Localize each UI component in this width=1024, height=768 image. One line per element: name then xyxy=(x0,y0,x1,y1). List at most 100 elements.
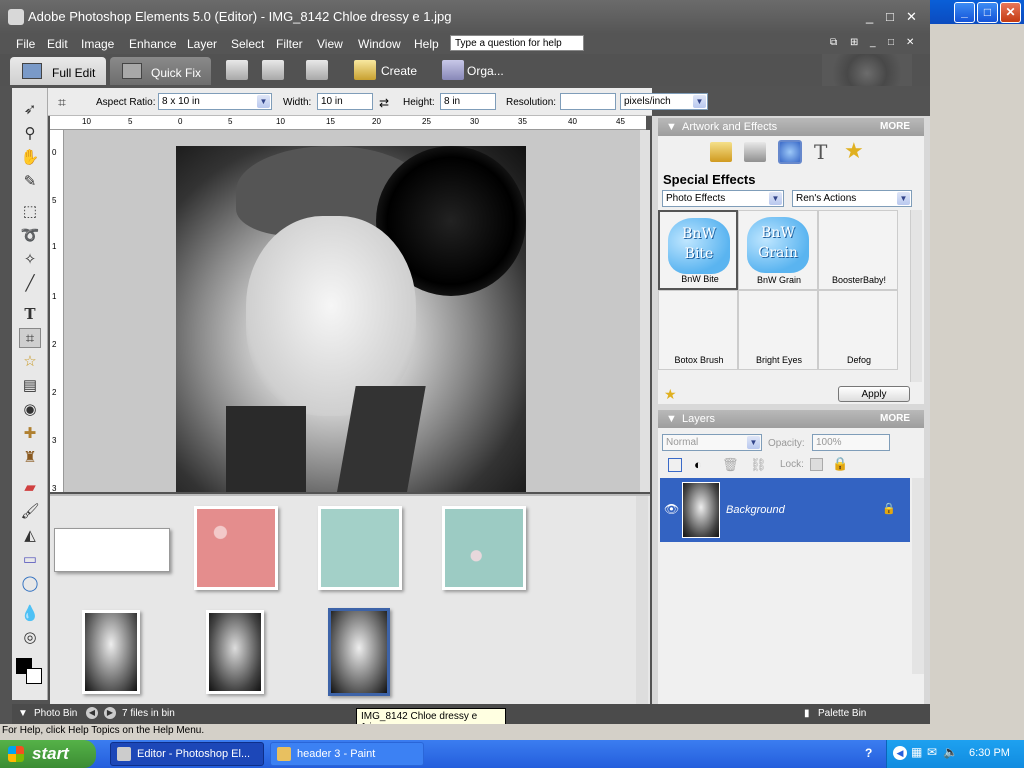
red-eye-tool-icon[interactable]: ◉ xyxy=(19,400,41,420)
gradient-tool-icon[interactable]: ▭ xyxy=(19,550,41,570)
layers-more-button[interactable]: MORE xyxy=(880,413,910,424)
organizer-icon[interactable] xyxy=(442,60,464,80)
clone-stamp-tool-icon[interactable]: ♜ xyxy=(19,448,41,468)
effect-defog[interactable]: Defog xyxy=(818,290,898,370)
layers-scrollbar[interactable] xyxy=(912,478,924,674)
link-icon[interactable]: ⛓ xyxy=(750,457,767,473)
effects-set-select[interactable]: Ren's Actions ▼ xyxy=(792,190,912,207)
tab-full-edit[interactable]: Full Edit xyxy=(10,57,106,85)
canvas-vertical-scrollbar[interactable] xyxy=(640,130,650,492)
mail-icon[interactable]: ✉ xyxy=(927,745,937,759)
selection-brush-tool-icon[interactable]: ╱ xyxy=(19,274,41,294)
background-color-swatch[interactable] xyxy=(26,668,42,684)
lock-transparency-icon[interactable] xyxy=(810,458,823,471)
menu-enhance[interactable]: Enhance xyxy=(129,37,176,51)
taskbar-item-paint[interactable]: header 3 - Paint xyxy=(270,742,424,766)
help-search-input[interactable]: Type a question for help xyxy=(450,35,584,51)
adjustment-layer-icon[interactable]: ◐ xyxy=(694,457,702,472)
next-photo-icon[interactable]: ▶ xyxy=(104,707,116,719)
network-icon[interactable]: ▦ xyxy=(911,745,922,759)
menu-help[interactable]: Help xyxy=(414,37,439,51)
visibility-eye-icon[interactable]: 👁 xyxy=(664,502,679,516)
lock-all-icon[interactable]: 🔒 xyxy=(832,456,848,472)
menu-file[interactable]: File xyxy=(16,37,35,51)
doc-tile-icon[interactable]: ⊞ xyxy=(850,37,858,48)
effect-bright-eyes[interactable]: Bright Eyes xyxy=(738,290,818,370)
effects-category-select[interactable]: Photo Effects ▼ xyxy=(662,190,784,207)
lasso-tool-icon[interactable]: ➰ xyxy=(19,226,41,246)
palette-bin-toggle-icon[interactable]: ▮ xyxy=(804,708,810,719)
layers-panel-header[interactable]: ▼ Layers MORE xyxy=(658,410,924,428)
menu-filter[interactable]: Filter xyxy=(276,37,303,51)
height-input[interactable]: 8 in xyxy=(440,93,496,110)
collapse-icon[interactable]: ▼ xyxy=(666,121,677,133)
zoom-tool-icon[interactable]: ⚲ xyxy=(19,124,41,144)
shape-tool-icon[interactable]: ◯ xyxy=(19,574,41,594)
resolution-input[interactable] xyxy=(560,93,616,110)
eyedropper-tool-icon[interactable]: ✎ xyxy=(19,172,41,192)
palette-bin-label[interactable]: Palette Bin xyxy=(818,708,866,719)
backgrounds-icon[interactable] xyxy=(710,142,732,162)
doc-minimize-icon[interactable]: _ xyxy=(870,37,876,48)
menu-image[interactable]: Image xyxy=(81,37,114,51)
new-layer-icon[interactable] xyxy=(668,458,682,472)
clock[interactable]: 6:30 PM xyxy=(969,747,1010,759)
close-icon[interactable]: ✕ xyxy=(1000,2,1021,23)
effects-icon[interactable] xyxy=(778,140,802,164)
brush-tool-icon[interactable]: 🖌 xyxy=(19,502,41,522)
bin-thumb-floral-paper[interactable] xyxy=(442,506,526,590)
type-tool-icon[interactable]: T xyxy=(19,304,41,324)
collapse-icon[interactable]: ▼ xyxy=(666,413,677,425)
menu-window[interactable]: Window xyxy=(358,37,401,51)
share-icon[interactable] xyxy=(262,60,284,80)
resolution-units-select[interactable]: pixels/inch ▼ xyxy=(620,93,708,110)
create-button[interactable]: Create xyxy=(381,64,417,78)
move-tool-icon[interactable]: ➶ xyxy=(19,100,41,120)
tab-quick-fix[interactable]: Quick Fix xyxy=(110,57,211,85)
menu-view[interactable]: View xyxy=(317,37,343,51)
magic-wand-tool-icon[interactable]: ✧ xyxy=(19,250,41,270)
hand-tool-icon[interactable]: ✋ xyxy=(19,148,41,168)
bin-thumb-teal-paper[interactable] xyxy=(318,506,402,590)
add-favorite-icon[interactable]: ★ xyxy=(664,386,677,403)
blur-tool-icon[interactable]: 💧 xyxy=(19,604,41,624)
organizer-button[interactable]: Orga... xyxy=(467,64,504,78)
effect-botox-brush[interactable]: Botox Brush xyxy=(658,290,738,370)
menu-select[interactable]: Select xyxy=(231,37,264,51)
eraser-tool-icon[interactable]: ▰ xyxy=(19,478,41,498)
bin-thumb-photo-1[interactable] xyxy=(82,610,140,694)
bin-scrollbar[interactable] xyxy=(636,496,648,704)
photo-bin-label[interactable]: Photo Bin xyxy=(34,708,77,719)
sponge-tool-icon[interactable]: ◎ xyxy=(19,628,41,648)
tray-expand-icon[interactable]: ◀ xyxy=(893,746,907,760)
doc-restore-icon[interactable]: ⧉ xyxy=(830,37,837,48)
doc-maximize-icon[interactable]: □ xyxy=(888,37,894,48)
menu-layer[interactable]: Layer xyxy=(187,37,217,51)
cookie-cutter-tool-icon[interactable]: ☆ xyxy=(19,352,41,372)
bin-thumb-blank[interactable] xyxy=(54,528,170,572)
layer-row-background[interactable]: 👁 Background 🔒 xyxy=(660,478,910,542)
paint-bucket-tool-icon[interactable]: ◭ xyxy=(19,526,41,546)
bin-thumb-photo-2[interactable] xyxy=(206,610,264,694)
bin-thumb-pink-paper[interactable] xyxy=(194,506,278,590)
apply-button[interactable]: Apply xyxy=(838,386,910,402)
artwork-panel-header[interactable]: ▼ Artwork and Effects MORE xyxy=(658,118,924,136)
width-input[interactable]: 10 in xyxy=(317,93,373,110)
taskbar-item-editor[interactable]: Editor - Photoshop El... xyxy=(110,742,264,766)
blend-mode-select[interactable]: Normal ▼ xyxy=(662,434,762,451)
maximize-icon[interactable]: □ xyxy=(977,2,998,23)
effect-boosterbaby[interactable]: BoosterBaby! xyxy=(818,210,898,290)
effect-bnw-bite[interactable]: BnW Bite BnW Bite xyxy=(658,210,738,290)
create-icon[interactable] xyxy=(354,60,376,80)
healing-brush-tool-icon[interactable]: ✚ xyxy=(19,424,41,444)
text-effects-icon[interactable]: T xyxy=(814,140,827,164)
minimize-icon[interactable]: _ xyxy=(954,2,975,23)
favorites-icon[interactable]: ★ xyxy=(844,138,864,164)
opacity-input[interactable]: 100% xyxy=(812,434,890,451)
straighten-tool-icon[interactable]: ▤ xyxy=(19,376,41,396)
frames-icon[interactable] xyxy=(744,142,766,162)
start-button[interactable]: start xyxy=(0,740,96,768)
minimize-button[interactable]: _ xyxy=(866,9,873,24)
email-icon[interactable] xyxy=(306,60,328,80)
close-button[interactable]: ✕ xyxy=(906,9,917,25)
